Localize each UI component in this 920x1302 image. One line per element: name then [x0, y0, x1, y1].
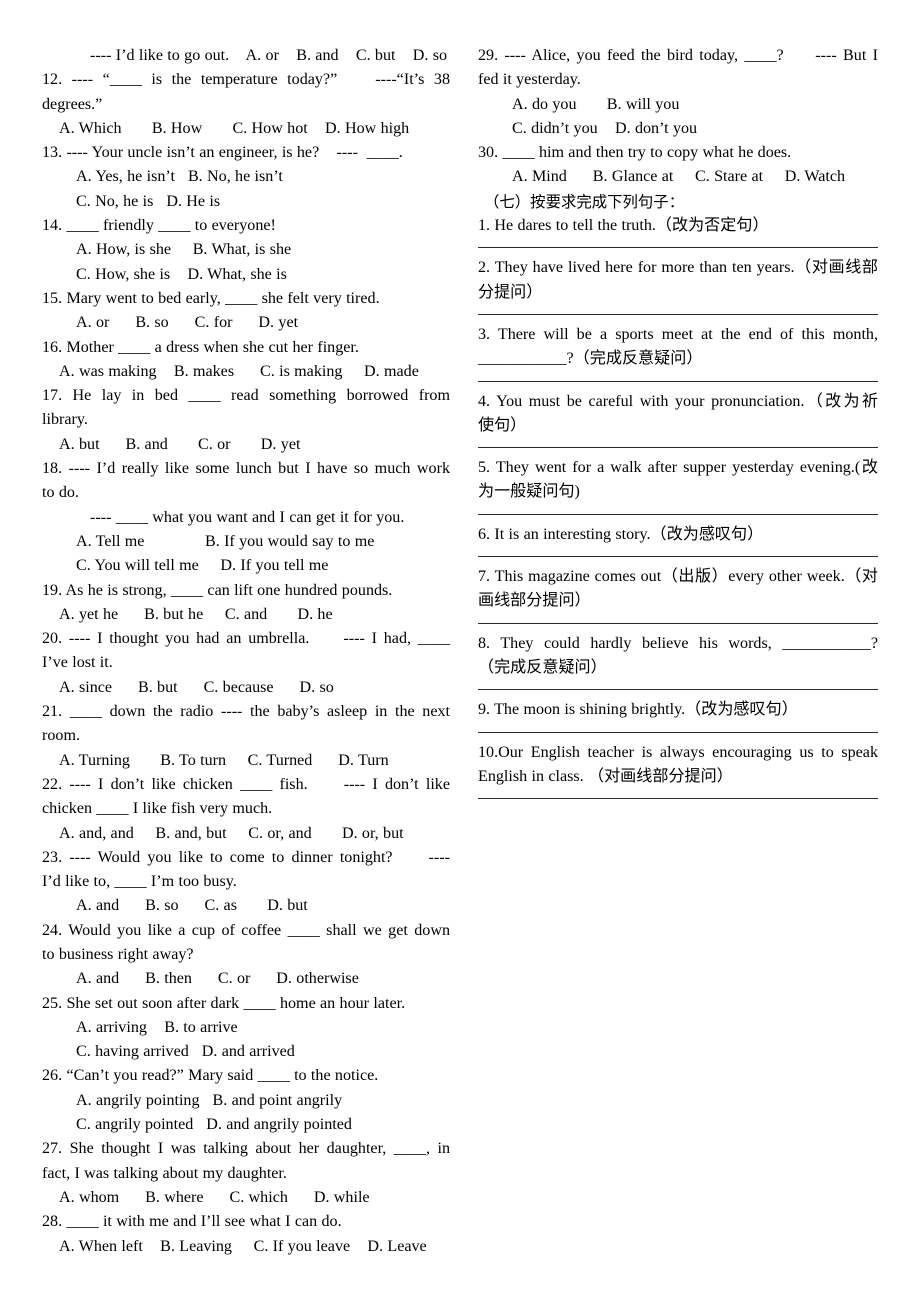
line-q21-options: A. Turning B. To turn C. Turned D. Turn — [59, 751, 389, 769]
line-q29-stem-2: fed it yesterday. — [478, 71, 581, 89]
line-q27-options: A. whom B. where C. which D. while — [59, 1188, 370, 1206]
line-q28-options: A. When left B. Leaving C. If you leave … — [59, 1237, 427, 1255]
rewrite-sentence-rw7: 7. This magazine comes out（出版）every othe… — [478, 568, 878, 586]
line-q11-options: ---- I’d like to go out. A. or B. and C.… — [90, 47, 448, 64]
rewrite-sentence-cont-rw5: 为一般疑问句) — [478, 483, 580, 501]
line-q20-options: A. since B. but C. because D. so — [59, 678, 334, 696]
section-heading: （七）按要求完成下列句子： — [484, 192, 685, 211]
line-q20-stem-2: I’ve lost it. — [42, 654, 113, 672]
rewrite-sentence-rw2: 2. They have lived here for more than te… — [478, 259, 878, 277]
rewrite-sentence-rw8: 8. They could hardly believe his words, … — [478, 634, 878, 652]
line-q14-options-cd: C. How, she is D. What, she is — [76, 265, 287, 283]
line-q12-stem-2: degrees.” — [42, 95, 103, 113]
line-q13-options-ab: A. Yes, he isn’t B. No, he isn’t — [76, 168, 283, 186]
rewrite-item-rw3: 3. There will be a sports meet at the en… — [478, 323, 878, 382]
rewrite-sentence-cont-rw8: （完成反意疑问） — [478, 658, 607, 676]
line-q17-stem: 17. He lay in bed ____ read something bo… — [42, 387, 450, 405]
line-q26-options-ab: A. angrily pointing B. and point angrily — [76, 1091, 343, 1109]
line-q24-stem: 24. Would you like a cup of coffee ____ … — [42, 921, 450, 939]
rewrite-item-rw6: 6. It is an interesting story.（改为感叹句） — [478, 523, 878, 558]
line-q23-stem: 23. ---- Would you like to come to dinne… — [42, 848, 450, 866]
line-q21-stem: 21. ____ down the radio ---- the baby’s … — [42, 703, 450, 721]
line-q26-stem: 26. “Can’t you read?” Mary said ____ to … — [42, 1067, 379, 1085]
line-q21-stem-2: room. — [42, 727, 80, 745]
rewrite-item-rw2: 2. They have lived here for more than te… — [478, 256, 878, 315]
rewrite-sentence-cont-rw3: ___________?（完成反意疑问） — [478, 350, 703, 368]
rewrite-item-rw1: 1. He dares to tell the truth.（改为否定句） — [478, 214, 878, 249]
answer-rule-rw2[interactable] — [478, 313, 878, 315]
line-q28-stem: 28. ____ it with me and I’ll see what I … — [42, 1213, 342, 1231]
line-q26-options-cd: C. angrily pointed D. and angrily pointe… — [76, 1116, 352, 1134]
line-q17-stem-2: library. — [42, 411, 88, 429]
line-q29-options-ab: A. do you B. will you — [512, 95, 680, 113]
line-q24-options: A. and B. then C. or D. otherwise — [76, 970, 359, 988]
rewrite-sentence-cont-rw7: 画线部分提问） — [478, 592, 591, 610]
answer-rule-rw6[interactable] — [478, 556, 878, 558]
line-q27-stem-2: fact, I was talking about my daughter. — [42, 1164, 287, 1182]
two-column-layout: ---- I’d like to go out. A. or B. and C.… — [0, 0, 920, 1302]
rewrite-sentence-rw5: 5. They went for a walk after supper yes… — [478, 459, 878, 477]
line-q24-stem-2: to business right away? — [42, 945, 194, 963]
rewrite-sentence-rw9: 9. The moon is shining brightly.（改为感叹句） — [478, 701, 798, 719]
answer-rule-rw8[interactable] — [478, 689, 878, 691]
rewrite-sentence-cont-rw4: 使句） — [478, 416, 527, 434]
line-q13-options-cd: C. No, he is D. He is — [76, 192, 221, 210]
answer-rule-rw10[interactable] — [478, 798, 878, 800]
line-q27-stem: 27. She thought I was talking about her … — [42, 1140, 450, 1158]
rewrite-item-rw8: 8. They could hardly believe his words, … — [478, 632, 878, 691]
line-q18-stem: 18. ---- I’d really like some lunch but … — [42, 460, 450, 478]
worksheet-page: ---- I’d like to go out. A. or B. and C.… — [0, 0, 920, 1302]
line-q12-options: A. Which B. How C. How hot D. How high — [59, 119, 410, 137]
line-q19-stem: 19. As he is strong, ____ can lift one h… — [42, 581, 393, 599]
rewrite-sentence-rw10: 10.Our English teacher is always encoura… — [478, 743, 878, 761]
answer-rule-rw9[interactable] — [478, 731, 878, 733]
answer-rule-rw5[interactable] — [478, 513, 878, 515]
line-q29-stem: 29. ---- Alice, you feed the bird today,… — [478, 47, 878, 64]
rewrite-item-rw9: 9. The moon is shining brightly.（改为感叹句） — [478, 698, 878, 733]
rewrite-item-rw4: 4. You must be careful with your pronunc… — [478, 390, 878, 449]
answer-rule-rw1[interactable] — [478, 247, 878, 249]
line-q12-stem: 12. ---- “____ is the temperature today?… — [42, 71, 450, 89]
line-q18-stem-2: to do. — [42, 484, 79, 502]
line-q23-options: A. and B. so C. as D. but — [76, 897, 308, 915]
rewrite-item-rw10: 10.Our English teacher is always encoura… — [478, 741, 878, 800]
line-q13-stem: 13. ---- Your uncle isn’t an engineer, i… — [42, 144, 403, 162]
rewrite-sentence-rw6: 6. It is an interesting story.（改为感叹句） — [478, 525, 764, 543]
rewrite-sentence-cont-rw2: 分提问） — [478, 283, 543, 301]
line-q29-options-cd: C. didn’t you D. don’t you — [512, 119, 698, 137]
rewrite-item-rw5: 5. They went for a walk after supper yes… — [478, 456, 878, 515]
line-q25-options-cd: C. having arrived D. and arrived — [76, 1043, 295, 1061]
line-q16-stem: 16. Mother ____ a dress when she cut her… — [42, 338, 359, 356]
line-q23-stem-2: I’d like to, ____ I’m too busy. — [42, 873, 237, 891]
line-q16-options: A. was making B. makes C. is making D. m… — [59, 362, 419, 380]
line-q25-options-ab: A. arriving B. to arrive — [76, 1018, 238, 1036]
line-q20-stem: 20. ---- I thought you had an umbrella. … — [42, 630, 450, 648]
answer-rule-rw3[interactable] — [478, 380, 878, 382]
line-q18-options-cd: C. You will tell me D. If you tell me — [76, 557, 329, 575]
line-q19-options: A. yet he B. but he C. and D. he — [59, 605, 333, 623]
line-q18-stem-3: ---- ____ what you want and I can get it… — [90, 508, 405, 526]
line-q22-stem: 22. ---- I don’t like chicken ____ fish.… — [42, 775, 450, 793]
line-q22-options: A. and, and B. and, but C. or, and D. or… — [59, 824, 404, 842]
line-q14-stem: 14. ____ friendly ____ to everyone! — [42, 217, 276, 235]
answer-rule-rw7[interactable] — [478, 622, 878, 624]
line-q15-options: A. or B. so C. for D. yet — [76, 314, 299, 332]
right-column: 29. ---- Alice, you feed the bird today,… — [470, 0, 920, 807]
rewrite-sentence-rw3: 3. There will be a sports meet at the en… — [478, 325, 878, 343]
rewrite-sentence-rw1: 1. He dares to tell the truth.（改为否定句） — [478, 217, 769, 235]
line-q25-stem: 25. She set out soon after dark ____ hom… — [42, 994, 406, 1012]
line-q18-options-ab: A. Tell me B. If you would say to me — [76, 532, 375, 550]
line-q14-options-ab: A. How, is she B. What, is she — [76, 241, 292, 259]
line-q30-options: A. Mind B. Glance at C. Stare at D. Watc… — [512, 168, 846, 186]
answer-rule-rw4[interactable] — [478, 447, 878, 449]
rewrite-sentence-rw4: 4. You must be careful with your pronunc… — [478, 392, 878, 410]
line-q30-stem: 30. ____ him and then try to copy what h… — [478, 144, 792, 162]
line-q15-stem: 15. Mary went to bed early, ____ she fel… — [42, 289, 380, 307]
left-column: ---- I’d like to go out. A. or B. and C.… — [0, 0, 470, 1259]
rewrite-item-rw7: 7. This magazine comes out（出版）every othe… — [478, 565, 878, 624]
rewrite-sentence-cont-rw10: English in class. （对画线部分提问） — [478, 767, 733, 785]
line-q17-options: A. but B. and C. or D. yet — [59, 435, 301, 453]
line-q22-stem-2: chicken ____ I like fish very much. — [42, 800, 273, 818]
